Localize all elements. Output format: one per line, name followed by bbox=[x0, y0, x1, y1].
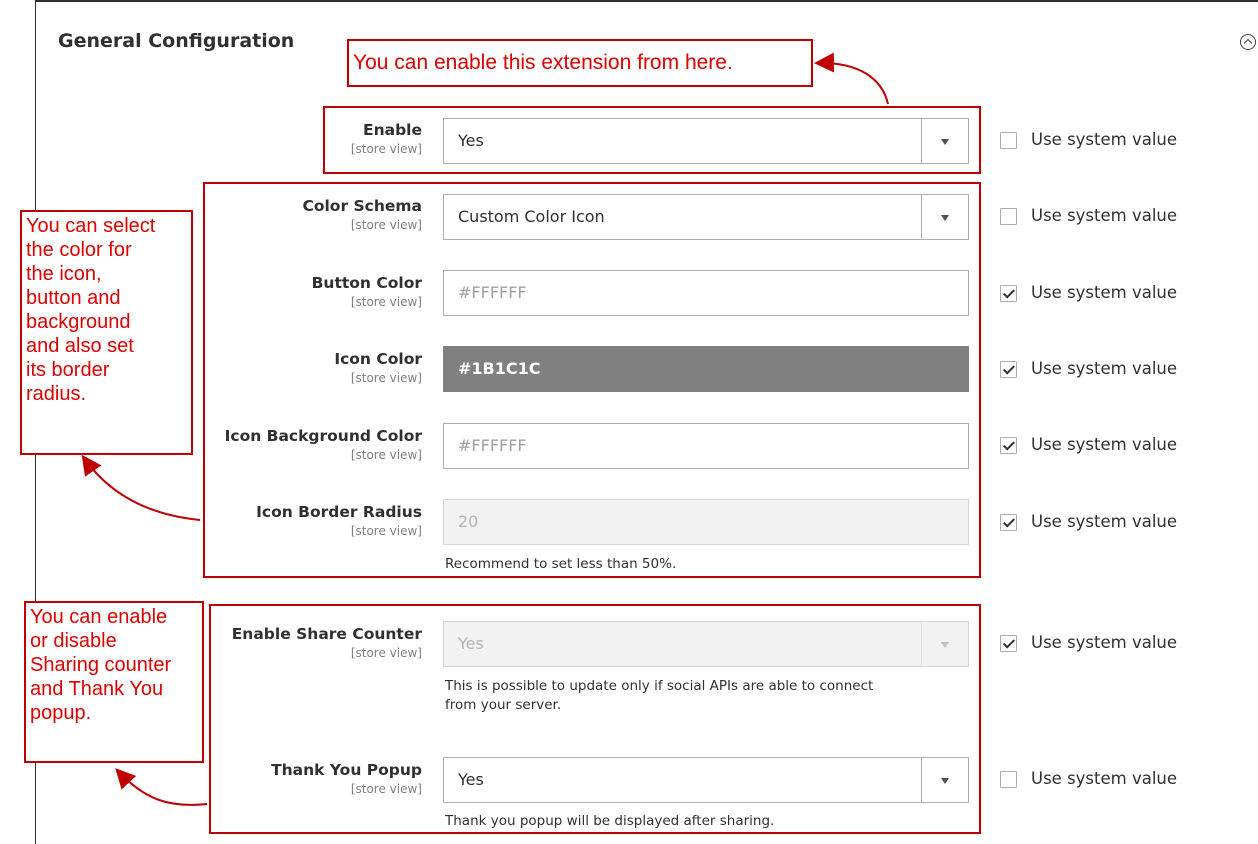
annotation-arrow-enable bbox=[814, 52, 889, 105]
annotation-arrows bbox=[81, 52, 889, 806]
annotation-arrow-color bbox=[81, 454, 201, 521]
annotation-arrow-counter bbox=[115, 768, 208, 806]
